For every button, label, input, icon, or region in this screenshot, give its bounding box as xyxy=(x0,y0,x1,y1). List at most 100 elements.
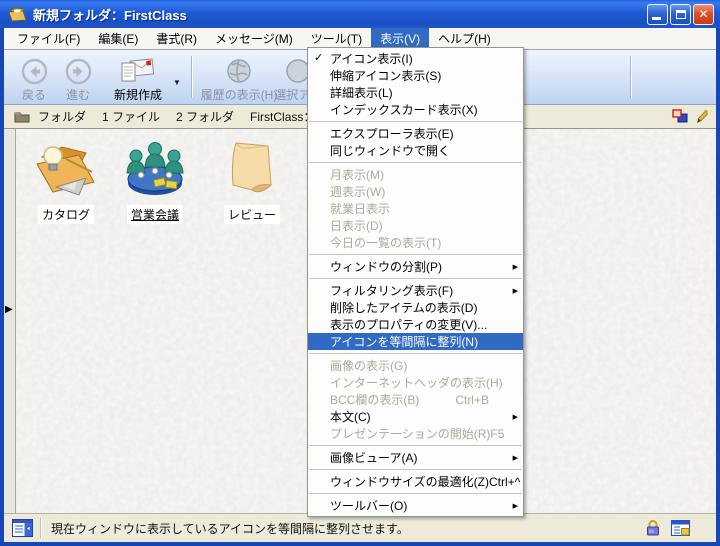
menu-separator xyxy=(309,353,522,354)
menu-item-label: 今日の一覧の表示(T) xyxy=(330,234,441,251)
menu-item[interactable]: 就業日表示 xyxy=(308,200,523,217)
menu-separator xyxy=(309,469,522,470)
menu-item-label: 詳細表示(L) xyxy=(330,84,393,101)
minimize-icon xyxy=(652,17,661,20)
menu-item[interactable]: 画像の表示(G) xyxy=(308,357,523,374)
menu-item[interactable]: フィルタリング表示(F) ▶ xyxy=(308,282,523,299)
menu-separator xyxy=(309,278,522,279)
menu-separator xyxy=(309,445,522,446)
menubar-item[interactable]: メッセージ(M) xyxy=(206,28,302,49)
maximize-button[interactable] xyxy=(670,4,691,25)
close-icon: ✕ xyxy=(698,8,708,20)
folder-small-icon xyxy=(14,110,30,123)
menubar-item[interactable]: 書式(R) xyxy=(147,28,206,49)
catalog-folder-icon xyxy=(32,139,100,199)
submenu-arrow-icon: ▶ xyxy=(513,287,518,295)
pane-expand-handle-icon[interactable]: ▶ xyxy=(5,305,13,315)
menu-shortcut: F5 xyxy=(490,427,504,441)
menu-item[interactable]: ツールバー(O)▶ xyxy=(308,497,523,514)
menu-item[interactable]: 月表示(M) xyxy=(308,166,523,183)
menu-shortcut: Ctrl+B xyxy=(455,393,489,407)
desktop-item-label: 営業会議 xyxy=(127,205,183,224)
menu-item-label: プレゼンテーションの開始(R) xyxy=(330,425,490,442)
menu-item-label: 本文(C) xyxy=(330,408,371,425)
history-globe-icon xyxy=(225,57,253,85)
menu-item[interactable]: アイコンを等間隔に整列(N) xyxy=(308,333,523,350)
menu-item[interactable]: 詳細表示(L) xyxy=(308,84,523,101)
menu-item-label: フィルタリング表示(F) xyxy=(330,282,453,299)
menu-item-label: ウィンドウサイズの最適化(Z) xyxy=(330,473,489,490)
application-window: 新規フォルダ：FirstClass ✕ ファイル(F)編集(E)書式(R)メッセ… xyxy=(0,0,720,546)
pencil-icon[interactable] xyxy=(696,108,708,124)
check-icon: ✓ xyxy=(314,51,323,64)
history-button[interactable]: 履歴の表示(H) xyxy=(200,57,278,103)
toolbar-separator xyxy=(191,56,192,98)
form-window-icon[interactable] xyxy=(671,520,690,536)
infobar-file-count: 1 ファイル xyxy=(102,108,160,125)
desktop-item-meeting[interactable]: 営業会議 xyxy=(108,139,202,224)
submenu-arrow-icon: ▶ xyxy=(513,413,518,421)
infobar-folder-count: 2 フォルダ xyxy=(176,108,234,125)
new-dropdown-arrow-icon[interactable]: ▼ xyxy=(173,78,181,87)
back-button[interactable]: 戻る xyxy=(12,58,56,103)
menubar-item[interactable]: 表示(V) xyxy=(371,28,429,49)
close-button[interactable]: ✕ xyxy=(693,4,714,25)
view-menu: ✓アイコン表示(I)伸縮アイコン表示(S)詳細表示(L)インデックスカード表示(… xyxy=(307,47,524,517)
folder-icon xyxy=(8,6,28,22)
menu-item[interactable]: インターネットヘッダの表示(H) xyxy=(308,374,523,391)
forward-arrow-icon xyxy=(65,58,92,85)
menubar-item[interactable]: ファイル(F) xyxy=(8,28,89,49)
select-all-squares-icon[interactable] xyxy=(672,109,688,124)
menu-item[interactable]: 今日の一覧の表示(T) xyxy=(308,234,523,251)
menu-item[interactable]: 画像ビューア(A) ▶ xyxy=(308,449,523,466)
menu-shortcut: Ctrl+^ xyxy=(489,475,520,489)
new-button[interactable]: 新規作成 xyxy=(106,57,170,103)
menu-item[interactable]: 日表示(D) xyxy=(308,217,523,234)
menu-item-label: 画像の表示(G) xyxy=(330,357,407,374)
menu-item[interactable]: 削除したアイテムの表示(D) xyxy=(308,299,523,316)
menu-item[interactable]: ウィンドウサイズの最適化(Z)Ctrl+^ xyxy=(308,473,523,490)
statusbar-separator xyxy=(40,518,41,538)
menu-item[interactable]: インデックスカード表示(X) xyxy=(308,101,523,118)
menu-item[interactable]: プレゼンテーションの開始(R)F5 xyxy=(308,425,523,442)
menu-item-label: インターネットヘッダの表示(H) xyxy=(330,374,503,391)
forward-button[interactable]: 進む xyxy=(56,58,100,103)
menu-item-label: 画像ビューア(A) xyxy=(330,449,418,466)
toolbar-separator xyxy=(630,56,631,98)
menu-item[interactable]: 表示のプロパティの変更(V)... xyxy=(308,316,523,333)
desktop-item-review[interactable]: レビュー xyxy=(205,139,299,224)
infobar-folder-label: フォルダ xyxy=(38,108,86,125)
menu-item-label: 削除したアイテムの表示(D) xyxy=(330,299,477,316)
titlebar-buttons: ✕ xyxy=(647,4,714,25)
menu-item[interactable]: エクスプローラ表示(E) xyxy=(308,125,523,142)
back-label: 戻る xyxy=(22,86,46,103)
menu-item[interactable]: BCC欄の表示(B)Ctrl+B xyxy=(308,391,523,408)
menu-item-label: 月表示(M) xyxy=(330,166,384,183)
menu-item[interactable]: 同じウィンドウで開く xyxy=(308,142,523,159)
minimize-button[interactable] xyxy=(647,4,668,25)
menu-item-label: 表示のプロパティの変更(V)... xyxy=(330,316,487,333)
left-pane-gutter xyxy=(4,129,16,513)
menu-separator xyxy=(309,121,522,122)
menu-item[interactable]: ウィンドウの分割(P)▶ xyxy=(308,258,523,275)
menubar-item[interactable]: ヘルプ(H) xyxy=(429,28,500,49)
split-pane-icon xyxy=(12,519,33,537)
maximize-icon xyxy=(676,10,686,19)
menu-item[interactable]: 本文(C) ▶ xyxy=(308,408,523,425)
desktop-item-catalog[interactable]: カタログ xyxy=(19,139,113,224)
split-pane-button[interactable] xyxy=(4,519,40,537)
submenu-arrow-icon: ▶ xyxy=(513,454,518,462)
menu-item-label: アイコンを等間隔に整列(N) xyxy=(330,333,478,350)
menu-item-label: インデックスカード表示(X) xyxy=(330,101,478,118)
menu-item[interactable]: ✓アイコン表示(I) xyxy=(308,50,523,67)
menu-item-label: ウィンドウの分割(P) xyxy=(330,258,442,275)
back-arrow-icon xyxy=(21,58,48,85)
menubar-item[interactable]: 編集(E) xyxy=(89,28,147,49)
history-label: 履歴の表示(H) xyxy=(201,86,278,103)
meeting-conference-icon xyxy=(121,139,189,199)
menu-item[interactable]: 伸縮アイコン表示(S) xyxy=(308,67,523,84)
statusbar-message: 現在ウィンドウに表示しているアイコンを等間隔に整列させます。 xyxy=(51,520,409,537)
menu-item[interactable]: 週表示(W) xyxy=(308,183,523,200)
submenu-arrow-icon: ▶ xyxy=(513,502,518,510)
menubar-item[interactable]: ツール(T) xyxy=(302,28,371,49)
